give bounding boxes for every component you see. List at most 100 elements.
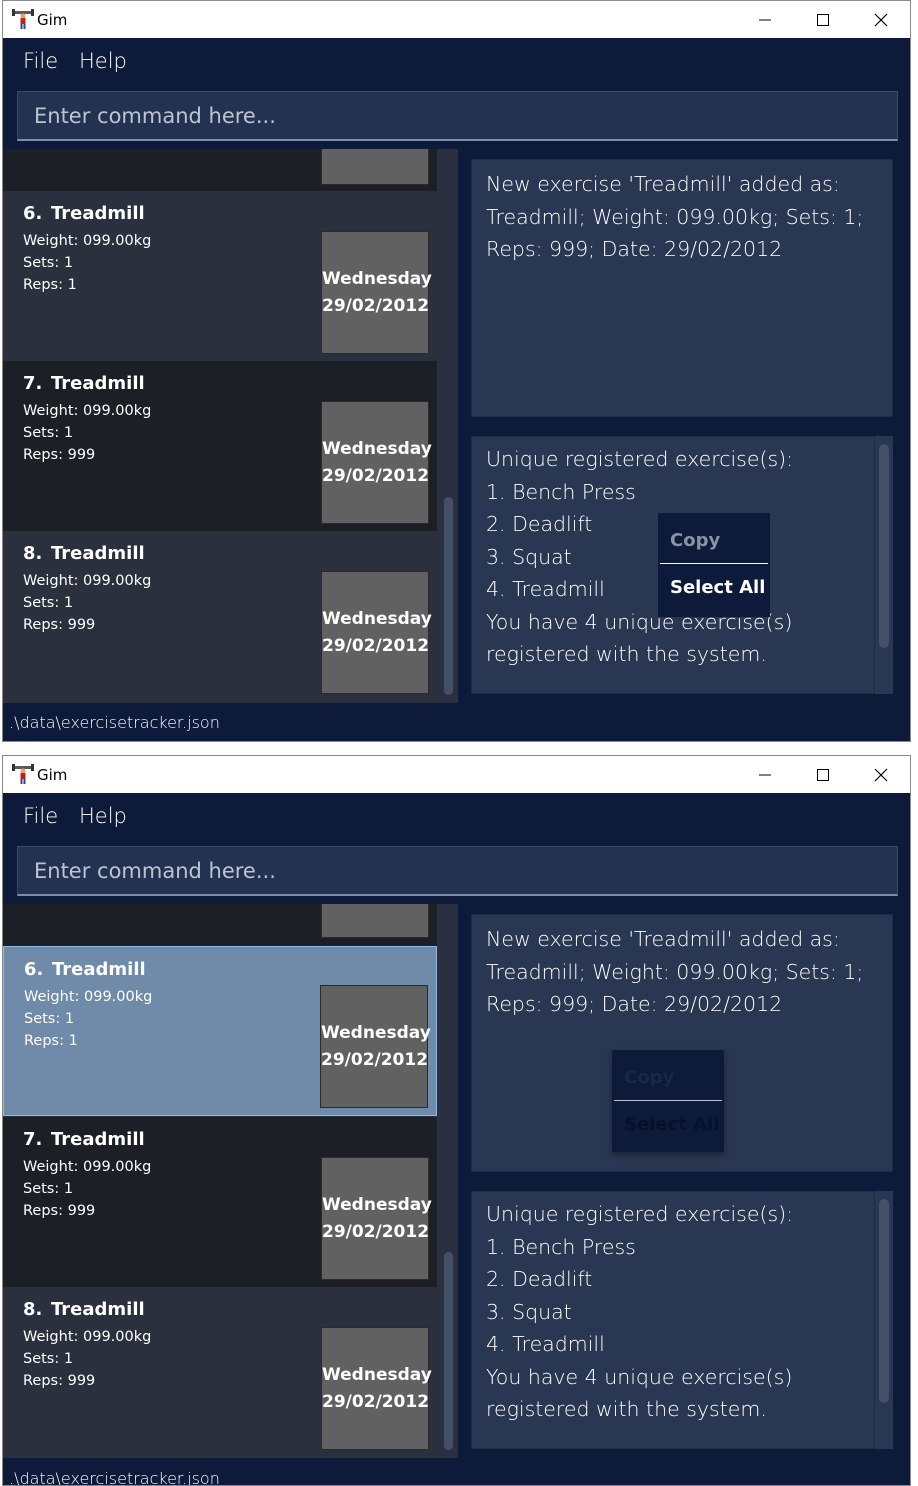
context-menu: Copy Select All <box>612 1050 724 1152</box>
card-reps: Reps: 1 <box>24 1033 78 1049</box>
card-day: Wednesday <box>322 608 432 629</box>
close-icon <box>874 768 888 781</box>
menu-file[interactable]: File <box>23 49 58 73</box>
summary-line: 1. Bench Press <box>486 1234 636 1259</box>
title-bar[interactable]: Gim <box>3 1 910 38</box>
date-box-partial <box>321 904 429 938</box>
summary-scrollbar-thumb[interactable] <box>879 444 889 648</box>
card-weight: Weight: 099.00kg <box>24 989 153 1005</box>
menu-file[interactable]: File <box>23 804 58 828</box>
summary-line: You have 4 unique exercise(s) registered… <box>486 1364 793 1422</box>
card-title: 7. Treadmill <box>23 373 145 394</box>
menu-help[interactable]: Help <box>79 804 127 828</box>
maximize-icon <box>817 13 829 26</box>
card-name: Treadmill <box>51 543 145 564</box>
card-date: 29/02/2012 <box>322 1391 430 1412</box>
list-scrollbar-thumb[interactable] <box>444 497 453 695</box>
context-menu-copy[interactable]: Copy <box>670 530 720 551</box>
summary-line: 2. Deadlift <box>486 1267 593 1291</box>
card-sets: Sets: 1 <box>23 1351 74 1367</box>
maximize-button[interactable] <box>794 1 852 38</box>
command-input[interactable] <box>17 91 898 141</box>
card-date-box: Wednesday 29/02/2012 <box>321 571 432 694</box>
status-bar: .\data\exercisetracker.json <box>3 1459 910 1485</box>
exercise-card-selected[interactable]: 6. Treadmill Weight: 099.00kg Sets: 1 Rep… <box>3 946 437 1116</box>
card-date: 29/02/2012 <box>322 1221 430 1242</box>
card-date: 29/02/2012 <box>322 465 430 486</box>
context-menu-separator <box>614 1100 722 1101</box>
app-window: Gim File Help 6. Treadmill Weight: 099.00… <box>2 0 911 742</box>
card-date-box: Wednesday 29/02/2012 <box>321 1327 432 1450</box>
result-display[interactable]: New exercise 'Treadmill' added as: Tread… <box>471 159 893 417</box>
card-name: Treadmill <box>51 1129 145 1150</box>
card-title: 8. Treadmill <box>23 543 145 564</box>
exercise-card[interactable]: 8. Treadmill Weight: 099.00kg Sets: 1 Rep… <box>3 1287 437 1457</box>
window-title: Gim <box>37 11 68 29</box>
summary-line: 1. Bench Press <box>486 479 636 504</box>
exercise-card[interactable]: 6. Treadmill Weight: 099.00kg Sets: 1 Rep… <box>3 191 437 361</box>
card-weight: Weight: 099.00kg <box>23 403 152 419</box>
card-date-box: Wednesday 29/02/2012 <box>321 1157 432 1280</box>
list-scrollbar-thumb[interactable] <box>444 1252 453 1450</box>
close-button[interactable] <box>852 756 910 793</box>
minimize-button[interactable] <box>736 1 794 38</box>
minimize-icon <box>759 19 771 20</box>
date-box-partial <box>321 149 429 185</box>
desktop-gap <box>0 742 918 755</box>
summary-scrollbar-thumb[interactable] <box>879 1199 889 1403</box>
card-reps: Reps: 999 <box>23 1203 96 1219</box>
context-menu: Copy Select All <box>658 513 770 617</box>
title-bar[interactable]: Gim <box>3 756 910 793</box>
card-date: 29/02/2012 <box>322 295 430 316</box>
context-menu-copy[interactable]: Copy <box>624 1067 674 1088</box>
card-date-box: Wednesday 29/02/2012 <box>320 985 431 1108</box>
card-sets: Sets: 1 <box>23 595 74 611</box>
card-name: Treadmill <box>52 959 146 980</box>
exercise-list[interactable]: 6. Treadmill Weight: 099.00kg Sets: 1 Rep… <box>3 904 458 1458</box>
card-date-box: Wednesday 29/02/2012 <box>321 231 432 354</box>
card-weight: Weight: 099.00kg <box>23 573 152 589</box>
list-scrollbar[interactable] <box>439 149 458 703</box>
summary-scrollbar[interactable] <box>875 436 893 694</box>
exercise-card[interactable]: 8. Treadmill Weight: 099.00kg Sets: 1 Rep… <box>3 531 437 701</box>
card-reps: Reps: 999 <box>23 617 96 633</box>
exercise-card[interactable]: 7. Treadmill Weight: 099.00kg Sets: 1 Rep… <box>3 361 437 531</box>
maximize-icon <box>817 768 829 781</box>
window-title: Gim <box>37 766 68 784</box>
command-input[interactable] <box>17 846 898 896</box>
summary-line: 3. Squat <box>486 1299 572 1324</box>
card-sets: Sets: 1 <box>24 1011 75 1027</box>
card-day: Wednesday <box>322 438 432 459</box>
menu-help[interactable]: Help <box>79 49 127 73</box>
status-bar: .\data\exercisetracker.json <box>3 703 910 741</box>
card-sets: Sets: 1 <box>23 255 74 271</box>
exercise-card[interactable]: 7. Treadmill Weight: 099.00kg Sets: 1 Rep… <box>3 1117 437 1287</box>
summary-line: Unique registered exercise(s): <box>486 1202 794 1226</box>
card-date-box: Wednesday 29/02/2012 <box>321 401 432 524</box>
list-item-partial[interactable] <box>3 904 437 946</box>
card-title: 7. Treadmill <box>23 1129 145 1150</box>
list-scrollbar[interactable] <box>439 904 458 1458</box>
context-menu-select-all[interactable]: Select All <box>624 1114 719 1135</box>
card-day: Wednesday <box>322 1364 432 1385</box>
card-day: Wednesday <box>322 268 432 289</box>
card-name: Treadmill <box>51 373 145 394</box>
close-button[interactable] <box>852 1 910 38</box>
card-reps: Reps: 1 <box>23 277 77 293</box>
list-item-partial[interactable] <box>3 149 437 191</box>
maximize-button[interactable] <box>794 756 852 793</box>
card-index: 8. <box>23 1299 43 1320</box>
summary-line: Unique registered exercise(s): <box>486 447 794 471</box>
exercise-summary[interactable]: Unique registered exercise(s): 1. Bench … <box>471 1191 875 1449</box>
card-sets: Sets: 1 <box>23 425 74 441</box>
card-day: Wednesday <box>321 1022 431 1043</box>
card-weight: Weight: 099.00kg <box>23 1159 152 1175</box>
exercise-list[interactable]: 6. Treadmill Weight: 099.00kg Sets: 1 Rep… <box>3 149 458 703</box>
minimize-button[interactable] <box>736 756 794 793</box>
summary-scrollbar[interactable] <box>875 1191 893 1449</box>
minimize-icon <box>759 774 771 775</box>
card-title: 6. Treadmill <box>24 959 146 980</box>
app-window: Gim File Help 6. Treadmill Weight: 099.00… <box>2 755 911 1486</box>
card-sets: Sets: 1 <box>23 1181 74 1197</box>
context-menu-select-all[interactable]: Select All <box>670 577 765 598</box>
